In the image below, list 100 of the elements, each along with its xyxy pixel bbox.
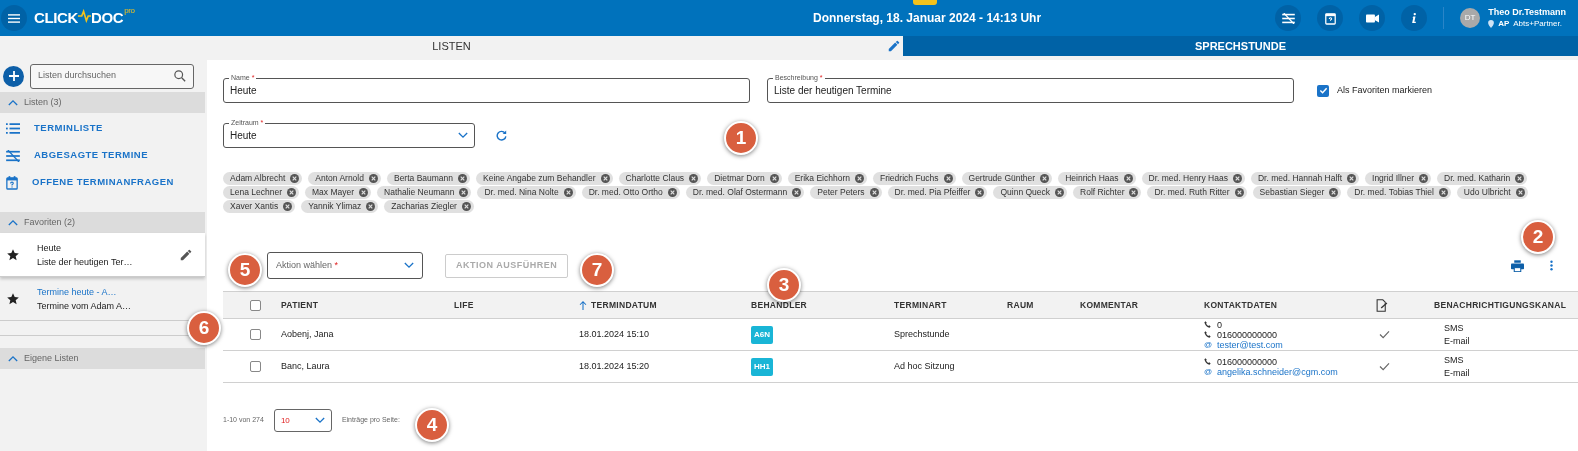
remove-icon[interactable] — [1419, 174, 1429, 183]
section-header[interactable]: Favoriten (2) — [0, 212, 205, 233]
filter-chip[interactable]: Ingrid Illner — [1365, 172, 1432, 185]
remove-icon[interactable] — [1438, 188, 1448, 197]
filter-chip[interactable]: Adam Albrecht — [223, 172, 303, 185]
filter-chip[interactable]: Sebastian Sieger — [1252, 186, 1342, 199]
menu-icon[interactable] — [1, 5, 27, 31]
section-header[interactable]: Eigene Listen — [0, 348, 205, 369]
filter-chip[interactable]: Peter Peters — [810, 186, 882, 199]
filter-chip[interactable]: Erika Eichhorn — [787, 172, 867, 185]
remove-icon[interactable] — [359, 188, 369, 197]
column-header[interactable]: RAUM — [1007, 298, 1034, 312]
column-header[interactable]: TERMINDATUM — [591, 298, 657, 312]
filter-chip[interactable]: Xaver Xantis — [223, 200, 296, 213]
filter-chip[interactable]: Max Mayer — [305, 186, 372, 199]
remove-icon[interactable] — [769, 174, 779, 183]
filter-chip[interactable]: Dr. med. Katharin — [1437, 172, 1528, 185]
filter-chip[interactable]: Anton Arnold — [308, 172, 381, 185]
filter-chip[interactable]: Friedrich Fuchs — [872, 172, 956, 185]
remove-icon[interactable] — [1515, 174, 1525, 183]
filter-chip[interactable]: Gertrude Günther — [961, 172, 1053, 185]
remove-icon[interactable] — [283, 202, 293, 211]
filter-chip[interactable]: Dr. med. Ruth Ritter — [1147, 186, 1247, 199]
remove-icon[interactable] — [1515, 188, 1525, 197]
filter-chip[interactable]: Dr. med. Tobias Thiel — [1347, 186, 1451, 199]
filter-chip[interactable]: Heinrich Haas — [1058, 172, 1136, 185]
crossed-list-button[interactable] — [1275, 5, 1302, 31]
remove-icon[interactable] — [689, 174, 699, 183]
print-icon[interactable] — [1511, 259, 1524, 272]
remove-icon[interactable] — [1123, 174, 1133, 183]
table-row[interactable]: Banc, Laura 18.01.2024 15:20 HH1 Ad hoc Sitzung 016000000000 @ angelika.schneider@cgm.com SMS E-mail — [223, 351, 1578, 383]
refresh-icon[interactable] — [496, 130, 507, 141]
checkbox[interactable] — [1317, 84, 1329, 97]
remove-icon[interactable] — [563, 188, 573, 197]
remove-icon[interactable] — [290, 174, 300, 183]
tab[interactable]: SPRECHSTUNDE — [903, 36, 1578, 56]
remove-icon[interactable] — [1232, 174, 1242, 183]
remove-icon[interactable] — [366, 202, 376, 211]
pencil-icon[interactable] — [887, 39, 901, 53]
remove-icon[interactable] — [368, 174, 378, 183]
add-button[interactable] — [3, 65, 24, 87]
remove-icon[interactable] — [943, 174, 953, 183]
filter-chip[interactable]: Dr. med. Pia Pfeiffer — [887, 186, 988, 199]
filter-chip[interactable]: Dietmar Dorn — [707, 172, 782, 185]
remove-icon[interactable] — [667, 188, 677, 197]
filter-chip[interactable]: Lena Lechner — [223, 186, 299, 199]
remove-icon[interactable] — [459, 188, 469, 197]
filter-chip[interactable]: Dr. med. Olaf Ostermann — [685, 186, 805, 199]
filter-chip[interactable]: Yannik Ylimaz — [301, 200, 379, 213]
remove-icon[interactable] — [1329, 188, 1339, 197]
sort-arrow-icon[interactable] — [579, 300, 587, 310]
list-link[interactable]: TERMINLISTE — [34, 121, 103, 136]
favorite-item[interactable]: Heute Liste der heutigen Ter… — [0, 233, 205, 277]
filter-chip[interactable]: Udo Ulbricht — [1456, 186, 1528, 199]
filter-chip[interactable]: Nathalie Neumann — [377, 186, 472, 199]
column-header[interactable]: LIFE — [454, 298, 474, 312]
filter-chip[interactable]: Dr. med. Nina Nolte — [477, 186, 576, 199]
info-button[interactable] — [1401, 5, 1428, 31]
remove-icon[interactable] — [854, 174, 864, 183]
email-link[interactable]: tester@test.com — [1217, 339, 1283, 350]
pencil-icon[interactable] — [179, 247, 193, 262]
filter-chip[interactable]: Berta Baumann — [386, 172, 471, 185]
remove-icon[interactable] — [458, 174, 468, 183]
remove-icon[interactable] — [869, 188, 879, 197]
remove-icon[interactable] — [461, 202, 471, 211]
column-header[interactable]: PATIENT — [281, 298, 319, 312]
more-options-icon[interactable] — [1550, 260, 1553, 271]
select-all-checkbox[interactable] — [250, 299, 261, 311]
email-link[interactable]: angelika.schneider@cgm.com — [1217, 366, 1338, 377]
filter-chip[interactable]: Rolf Richter — [1073, 186, 1142, 199]
remove-icon[interactable] — [600, 174, 610, 183]
remove-icon[interactable] — [1234, 188, 1244, 197]
remove-icon[interactable] — [1040, 174, 1050, 183]
filter-chip[interactable]: Quinn Queck — [993, 186, 1068, 199]
section-header[interactable]: Listen (3) — [0, 92, 205, 113]
remove-icon[interactable] — [975, 188, 985, 197]
row-checkbox[interactable] — [250, 361, 261, 372]
video-camera-button[interactable] — [1359, 5, 1386, 31]
page-size-select[interactable]: 10 — [273, 409, 332, 432]
list-link[interactable]: OFFENE TERMINANFRAGEN — [32, 175, 174, 190]
remove-icon[interactable] — [792, 188, 802, 197]
list-link[interactable]: ABGESAGTE TERMINE — [34, 148, 149, 163]
remove-icon[interactable] — [1055, 188, 1065, 197]
filter-chip[interactable]: Keine Angabe zum Behandler — [476, 172, 613, 185]
table-row[interactable]: Aobenj, Jana 18.01.2024 15:10 A6N Sprechstunde 0 016000000000 @ tester@test.com SMS E-mail — [223, 319, 1578, 351]
column-header[interactable]: KOMMENTAR — [1080, 298, 1139, 312]
calendar-question-button[interactable] — [1317, 5, 1344, 31]
filter-chip[interactable]: Dr. med. Henry Haas — [1141, 172, 1245, 185]
filter-chip[interactable]: Dr. med. Hannah Halft — [1250, 172, 1360, 185]
remove-icon[interactable] — [287, 188, 296, 197]
filter-chip[interactable]: Dr. med. Otto Ortho — [581, 186, 680, 199]
filter-chip[interactable]: Zacharias Ziegler — [384, 200, 474, 213]
column-header[interactable]: TERMINART — [894, 298, 947, 312]
remove-icon[interactable] — [1347, 174, 1357, 183]
column-header[interactable]: KONTAKTDATEN — [1204, 298, 1278, 312]
search-field[interactable]: Listen durchsuchen — [30, 63, 194, 89]
filter-chip[interactable]: Charlotte Claus — [618, 172, 702, 185]
row-checkbox[interactable] — [250, 329, 261, 340]
column-header[interactable]: BENACHRICHTIGUNGSKANAL — [1434, 298, 1567, 312]
remove-icon[interactable] — [1129, 188, 1139, 197]
